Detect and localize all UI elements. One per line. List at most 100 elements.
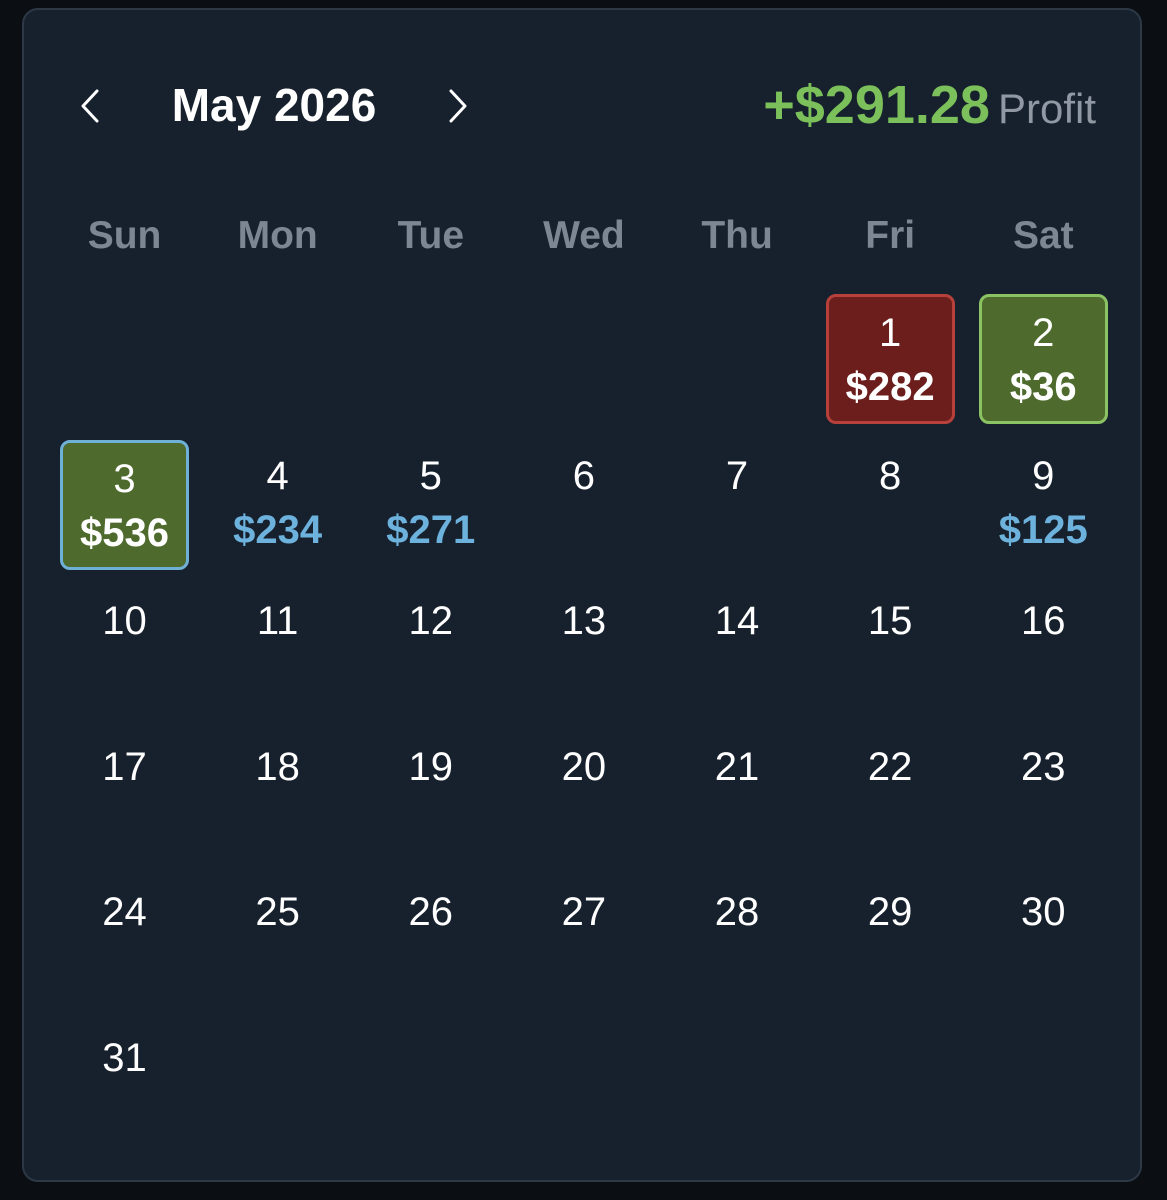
day-cell-13[interactable]: 13 xyxy=(507,565,660,711)
day-cell-14[interactable]: 14 xyxy=(661,565,814,711)
profit-amount: +$291.28 xyxy=(763,75,990,135)
day-pnl-amount: $234 xyxy=(233,507,323,552)
day-cell-25[interactable]: 25 xyxy=(201,856,354,1002)
next-month-button[interactable] xyxy=(438,84,478,128)
day-cell-23[interactable]: 23 xyxy=(967,711,1120,857)
day-cell-31[interactable]: 31 xyxy=(48,1002,201,1148)
day-tile: 20 xyxy=(519,731,648,861)
day-tile: 19 xyxy=(366,731,495,861)
day-tile: 15 xyxy=(826,585,955,715)
day-cell-2[interactable]: 2 $36 xyxy=(967,274,1120,424)
day-cell-26[interactable]: 26 xyxy=(354,856,507,1002)
day-number: 6 xyxy=(572,453,595,498)
day-tile: 8 xyxy=(826,440,955,570)
weekday-sat: Sat xyxy=(1012,214,1074,257)
day-cell-12[interactable]: 12 xyxy=(354,565,507,711)
day-cell-6[interactable]: 6 xyxy=(507,420,660,566)
day-cell-18[interactable]: 18 xyxy=(201,711,354,857)
weekday-fri: Fri xyxy=(865,214,916,257)
day-cell-15[interactable]: 15 xyxy=(814,565,967,711)
day-tile: 1 $282 xyxy=(825,294,955,424)
empty-day-cell xyxy=(48,274,201,420)
empty-day-cell xyxy=(354,274,507,420)
day-cell-8[interactable]: 8 xyxy=(814,420,967,566)
weekday-mon: Mon xyxy=(237,214,318,257)
day-number: 18 xyxy=(255,744,300,789)
day-number: 11 xyxy=(256,599,299,643)
day-number: 15 xyxy=(867,599,913,643)
day-tile: 9 $125 xyxy=(979,440,1108,570)
day-tile: 16 xyxy=(979,585,1108,715)
day-number: 25 xyxy=(255,890,300,934)
day-cell-27[interactable]: 27 xyxy=(507,856,660,1002)
day-cell-21[interactable]: 21 xyxy=(661,711,814,857)
day-tile: 14 xyxy=(673,585,802,715)
day-cell-10[interactable]: 10 xyxy=(48,565,201,711)
day-tile: 10 xyxy=(60,585,189,715)
calendar-card: May 2026 +$291.28 Profit Sun Mon Tue Wed … xyxy=(22,8,1142,1182)
day-number: 26 xyxy=(408,890,454,934)
day-cell-28[interactable]: 28 xyxy=(661,856,814,1002)
day-tile: 29 xyxy=(826,876,955,1006)
weekday-sun: Sun xyxy=(87,214,162,257)
day-number: 20 xyxy=(561,744,607,789)
day-number: 14 xyxy=(714,599,760,643)
day-number: 19 xyxy=(408,744,454,789)
day-tile: 28 xyxy=(673,876,802,1006)
weekday-header-row: Sun Mon Tue Wed Thu Fri Sat xyxy=(48,206,1120,266)
day-tile: 27 xyxy=(519,876,648,1006)
day-cell-7[interactable]: 7 xyxy=(661,420,814,566)
day-cell-1[interactable]: 1 $282 xyxy=(814,274,967,424)
empty-day-cell xyxy=(507,274,660,420)
day-number: 16 xyxy=(1021,599,1066,643)
day-pnl-amount: $36 xyxy=(1009,365,1077,409)
day-number: 27 xyxy=(561,890,607,934)
day-tile: 5 $271 xyxy=(366,440,495,570)
day-number: 17 xyxy=(102,744,147,789)
day-cell-19[interactable]: 19 xyxy=(354,711,507,857)
day-tile: 22 xyxy=(826,731,955,861)
day-pnl-amount: $125 xyxy=(998,507,1088,552)
day-cell-30[interactable]: 30 xyxy=(967,856,1120,1002)
chevron-left-icon xyxy=(81,89,99,123)
calendar-day-grid: 1 $282 2 $36 3 $536 4 $234 5 $271 6 7 8 9 $125 10 11 12 13… xyxy=(48,274,1120,1147)
day-cell-17[interactable]: 17 xyxy=(48,711,201,857)
day-tile: 3 $536 xyxy=(60,439,189,570)
day-cell-29[interactable]: 29 xyxy=(814,856,967,1002)
day-tile: 6 xyxy=(519,440,648,570)
day-cell-16[interactable]: 16 xyxy=(967,565,1120,711)
day-number: 28 xyxy=(714,890,760,934)
day-number: 31 xyxy=(102,1035,147,1080)
prev-month-button[interactable] xyxy=(70,84,110,128)
profit-summary: +$291.28 Profit xyxy=(763,72,1096,152)
day-tile: 11 xyxy=(213,585,342,715)
day-tile: 21 xyxy=(673,731,802,861)
day-cell-5[interactable]: 5 $271 xyxy=(354,420,507,566)
day-pnl-amount: $271 xyxy=(386,507,476,552)
day-number: 4 xyxy=(266,453,289,498)
day-cell-3[interactable]: 3 $536 xyxy=(48,420,201,570)
day-number: 23 xyxy=(1021,744,1066,789)
profit-label: Profit xyxy=(997,85,1096,132)
day-cell-9[interactable]: 9 $125 xyxy=(967,420,1120,566)
day-cell-11[interactable]: 11 xyxy=(201,565,354,711)
day-cell-4[interactable]: 4 $234 xyxy=(201,420,354,566)
day-pnl-amount: $282 xyxy=(845,365,935,409)
day-number: 2 xyxy=(1032,311,1055,355)
day-tile: 18 xyxy=(213,731,342,861)
day-cell-20[interactable]: 20 xyxy=(507,711,660,857)
day-number: 13 xyxy=(561,599,607,643)
day-number: 30 xyxy=(1021,890,1066,934)
day-tile: 30 xyxy=(979,876,1108,1006)
day-cell-24[interactable]: 24 xyxy=(48,856,201,1002)
month-title: May 2026 xyxy=(171,79,377,131)
day-cell-22[interactable]: 22 xyxy=(814,711,967,857)
weekday-wed: Wed xyxy=(543,214,625,257)
day-number: 10 xyxy=(102,599,147,643)
day-tile: 25 xyxy=(213,876,342,1006)
day-tile: 31 xyxy=(60,1022,189,1152)
day-tile: 12 xyxy=(366,585,495,715)
day-tile: 26 xyxy=(366,876,495,1006)
day-number: 24 xyxy=(102,890,147,934)
day-tile: 24 xyxy=(60,876,189,1006)
